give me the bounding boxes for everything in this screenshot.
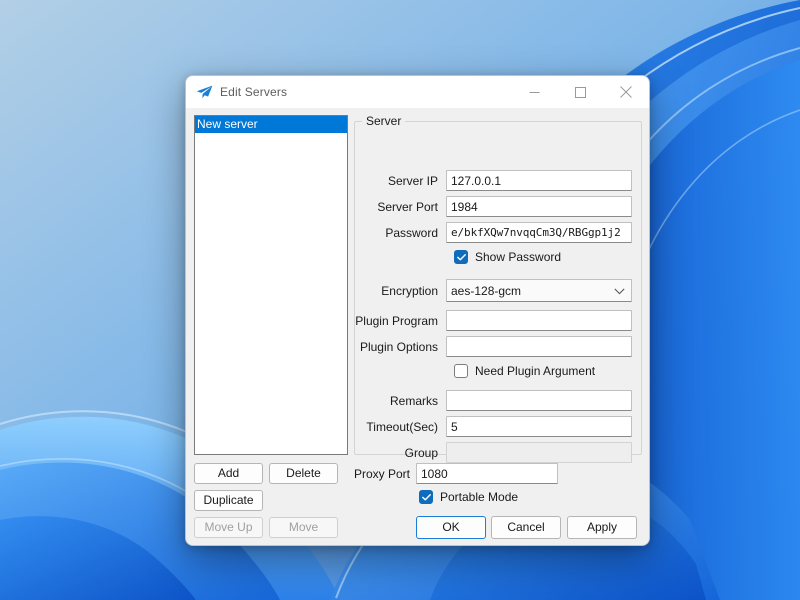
- timeout-input[interactable]: [446, 416, 632, 437]
- maximize-icon[interactable]: [557, 76, 603, 108]
- plugin-program-input[interactable]: [446, 310, 632, 331]
- show-password-checkbox[interactable]: [454, 250, 468, 264]
- window-title: Edit Servers: [220, 85, 288, 99]
- encryption-select-wrap: aes-128-gcm: [446, 279, 632, 302]
- ok-button[interactable]: OK: [416, 516, 486, 539]
- field-plugin-options: Plugin Options: [346, 336, 632, 357]
- window-controls: [511, 76, 649, 108]
- field-encryption: Encryption aes-128-gcm: [346, 279, 632, 302]
- server-list[interactable]: New server: [194, 115, 348, 455]
- field-password: Password: [346, 222, 632, 243]
- portable-mode-row[interactable]: Portable Mode: [419, 490, 518, 504]
- show-password-label: Show Password: [475, 250, 562, 264]
- group-input: [446, 442, 632, 463]
- field-server-port: Server Port: [346, 196, 632, 217]
- field-server-ip: Server IP: [346, 170, 632, 191]
- portable-mode-label: Portable Mode: [440, 490, 519, 504]
- server-port-input[interactable]: [446, 196, 632, 217]
- plugin-program-label: Plugin Program: [355, 313, 438, 328]
- need-plugin-argument-label: Need Plugin Argument: [475, 364, 596, 378]
- desktop-wallpaper: Edit Servers New server Add Delete Dupli…: [0, 0, 800, 600]
- proxy-port-input[interactable]: [416, 463, 558, 484]
- plugin-options-label: Plugin Options: [359, 339, 438, 354]
- paper-plane-icon: [195, 84, 213, 100]
- encryption-label: Encryption: [381, 283, 438, 298]
- group-legend: Server: [362, 114, 406, 128]
- need-plugin-argument-row[interactable]: Need Plugin Argument: [454, 364, 595, 378]
- proxy-port-label: Proxy Port: [354, 466, 411, 481]
- group-label: Group: [404, 445, 438, 460]
- field-remarks: Remarks: [346, 390, 632, 411]
- remarks-label: Remarks: [389, 393, 438, 408]
- field-group: Group: [346, 442, 632, 463]
- apply-button[interactable]: Apply: [567, 516, 637, 539]
- plugin-options-input[interactable]: [446, 336, 632, 357]
- title-bar[interactable]: Edit Servers: [186, 76, 649, 108]
- minimize-icon[interactable]: [511, 76, 557, 108]
- server-port-label: Server Port: [377, 199, 438, 214]
- field-timeout: Timeout(Sec): [346, 416, 632, 437]
- show-password-row[interactable]: Show Password: [454, 250, 561, 264]
- cancel-button[interactable]: Cancel: [491, 516, 561, 539]
- password-input[interactable]: [446, 222, 632, 243]
- duplicate-button[interactable]: Duplicate: [194, 490, 263, 511]
- remarks-input[interactable]: [446, 390, 632, 411]
- portable-mode-checkbox[interactable]: [419, 490, 433, 504]
- encryption-select[interactable]: aes-128-gcm: [446, 279, 632, 302]
- list-item[interactable]: New server: [195, 116, 347, 133]
- move-up-button[interactable]: Move Up: [194, 517, 263, 538]
- dialog-body: New server Add Delete Duplicate Move Up …: [186, 108, 649, 545]
- field-proxy-port: Proxy Port: [354, 463, 558, 484]
- delete-button[interactable]: Delete: [269, 463, 338, 484]
- add-button[interactable]: Add: [194, 463, 263, 484]
- need-plugin-argument-checkbox[interactable]: [454, 364, 468, 378]
- timeout-label: Timeout(Sec): [366, 419, 438, 434]
- server-ip-input[interactable]: [446, 170, 632, 191]
- field-plugin-program: Plugin Program: [346, 310, 632, 331]
- server-ip-label: Server IP: [387, 173, 438, 188]
- move-button[interactable]: Move: [269, 517, 338, 538]
- edit-servers-dialog: Edit Servers New server Add Delete Dupli…: [185, 75, 650, 546]
- close-icon[interactable]: [603, 76, 649, 108]
- password-label: Password: [385, 225, 438, 240]
